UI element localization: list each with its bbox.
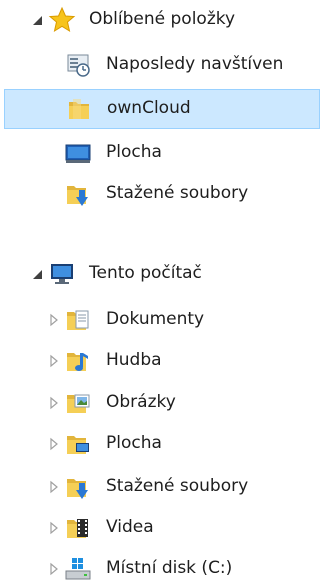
collapsed-arrow-icon[interactable] [48, 437, 60, 451]
expanded-arrow-icon[interactable] [32, 13, 44, 27]
navigation-pane: Oblíbené položky Naposledy navštíven own… [0, 0, 320, 584]
downloads-folder-icon [64, 473, 92, 501]
collapsed-arrow-icon[interactable] [48, 521, 60, 535]
this-pc-group[interactable]: Tento počítač [0, 254, 320, 294]
collapsed-arrow-icon[interactable] [48, 354, 60, 368]
nav-item-label: Hudba [106, 350, 162, 370]
nav-item-label: Dokumenty [106, 309, 205, 329]
nav-item-owncloud[interactable]: ownCloud [4, 89, 320, 129]
folder-icon [65, 95, 93, 123]
star-icon [48, 6, 76, 34]
documents-folder-icon [64, 306, 92, 334]
nav-item-label: Místní disk (C:) [106, 558, 233, 578]
recent-places-icon [64, 51, 92, 79]
nav-item-downloads-pc[interactable]: Stažené soubory [0, 467, 320, 507]
desktop-icon [64, 139, 92, 167]
collapsed-arrow-icon[interactable] [48, 396, 60, 410]
nav-item-label: ownCloud [107, 98, 191, 118]
nav-item-label: Obrázky [106, 392, 176, 412]
collapsed-arrow-icon[interactable] [48, 480, 60, 494]
nav-item-label: Plocha [106, 142, 162, 162]
nav-item-recent-places[interactable]: Naposledy navštíven [0, 45, 320, 85]
nav-item-downloads[interactable]: Stažené soubory [0, 174, 320, 214]
local-disk-icon [64, 555, 92, 583]
favorites-label: Oblíbené položky [89, 9, 236, 29]
music-folder-icon [64, 347, 92, 375]
favorites-group[interactable]: Oblíbené položky [0, 0, 320, 40]
nav-item-label: Stažené soubory [106, 476, 249, 496]
nav-item-pictures[interactable]: Obrázky [0, 383, 320, 423]
nav-item-label: Plocha [106, 433, 162, 453]
pictures-folder-icon [64, 389, 92, 417]
nav-item-label: Stažené soubory [106, 183, 249, 203]
nav-item-documents[interactable]: Dokumenty [0, 300, 320, 340]
this-pc-label: Tento počítač [89, 263, 202, 283]
nav-item-label: Videa [106, 517, 154, 537]
collapsed-arrow-icon[interactable] [48, 313, 60, 327]
downloads-folder-icon [64, 180, 92, 208]
computer-icon [48, 260, 76, 288]
collapsed-arrow-icon[interactable] [48, 562, 60, 576]
nav-item-desktop-folder[interactable]: Plocha [0, 424, 320, 464]
desktop-folder-icon [64, 430, 92, 458]
nav-item-desktop[interactable]: Plocha [0, 133, 320, 173]
nav-item-label: Naposledy navštíven [106, 54, 284, 74]
nav-item-local-disk[interactable]: Místní disk (C:) [0, 549, 320, 584]
expanded-arrow-icon[interactable] [32, 267, 44, 281]
nav-item-videos[interactable]: Videa [0, 508, 320, 548]
nav-item-music[interactable]: Hudba [0, 341, 320, 381]
videos-folder-icon [64, 514, 92, 542]
